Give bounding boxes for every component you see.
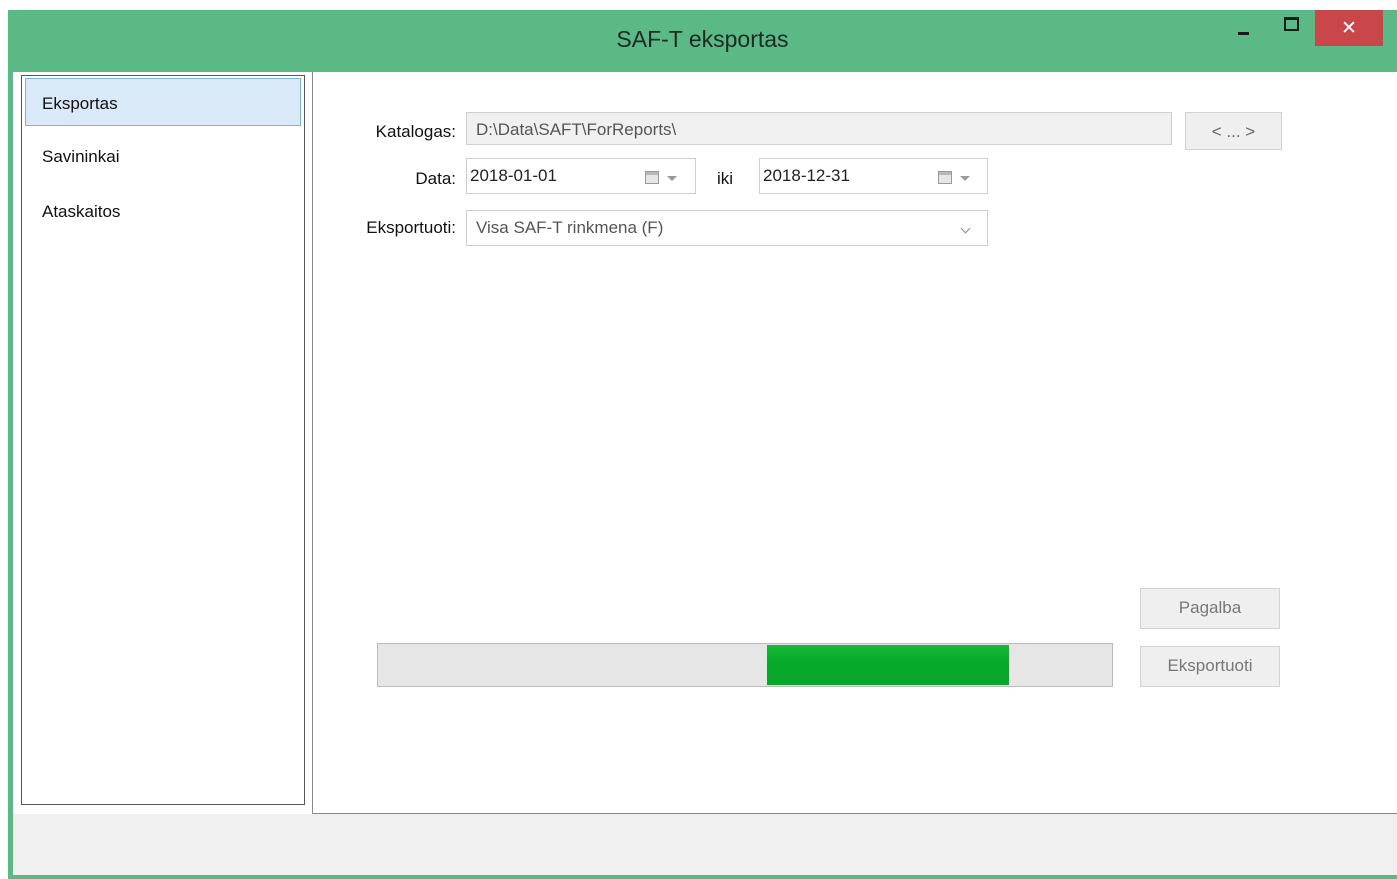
date-to-field[interactable]: 2018-12-31 <box>759 158 988 194</box>
sidebar-item-savininkai[interactable]: Savininkai <box>25 131 301 179</box>
date-to-value: 2018-12-31 <box>763 166 850 185</box>
sidebar-item-ataskaitos[interactable]: Ataskaitos <box>25 186 301 234</box>
export-type-value: Visa SAF-T rinkmena (F) <box>476 218 664 237</box>
maximize-button[interactable] <box>1274 10 1308 44</box>
calendar-icon[interactable] <box>645 171 659 184</box>
date-label: Data: <box>415 169 456 188</box>
browse-button[interactable]: < ... > <box>1185 112 1282 150</box>
minimize-button[interactable] <box>1228 10 1258 44</box>
window-title: SAF-T eksportas <box>616 26 789 52</box>
help-button[interactable]: Pagalba <box>1140 588 1280 629</box>
status-bar <box>13 814 1397 875</box>
date-from-value: 2018-01-01 <box>470 166 557 185</box>
title-bar[interactable]: SAF-T eksportas ✕ <box>8 10 1397 72</box>
export-button[interactable]: Eksportuoti <box>1140 646 1280 687</box>
date-from-field[interactable]: 2018-01-01 <box>466 158 696 194</box>
saft-export-window: SAF-T eksportas ✕ Eksportas Savininkai A… <box>8 10 1397 879</box>
progress-fill <box>767 645 1009 685</box>
calendar-icon[interactable] <box>938 171 952 184</box>
close-button[interactable]: ✕ <box>1315 10 1383 46</box>
progress-bar <box>377 643 1113 687</box>
date-to-label: iki <box>717 169 734 188</box>
chevron-down-icon[interactable] <box>960 176 970 181</box>
client-area: Eksportas Savininkai Ataskaitos Kataloga… <box>13 72 1397 814</box>
sidebar-item-eksportas[interactable]: Eksportas <box>25 78 301 126</box>
export-label: Eksportuoti: <box>366 218 456 237</box>
chevron-down-icon[interactable] <box>667 176 677 181</box>
export-type-select[interactable]: Visa SAF-T rinkmena (F) <box>466 210 988 246</box>
sidebar: Eksportas Savininkai Ataskaitos <box>21 75 305 805</box>
catalog-field[interactable]: D:\Data\SAFT\ForReports\ <box>466 112 1172 145</box>
chevron-down-icon[interactable] <box>960 223 971 234</box>
catalog-label: Katalogas: <box>375 122 456 141</box>
